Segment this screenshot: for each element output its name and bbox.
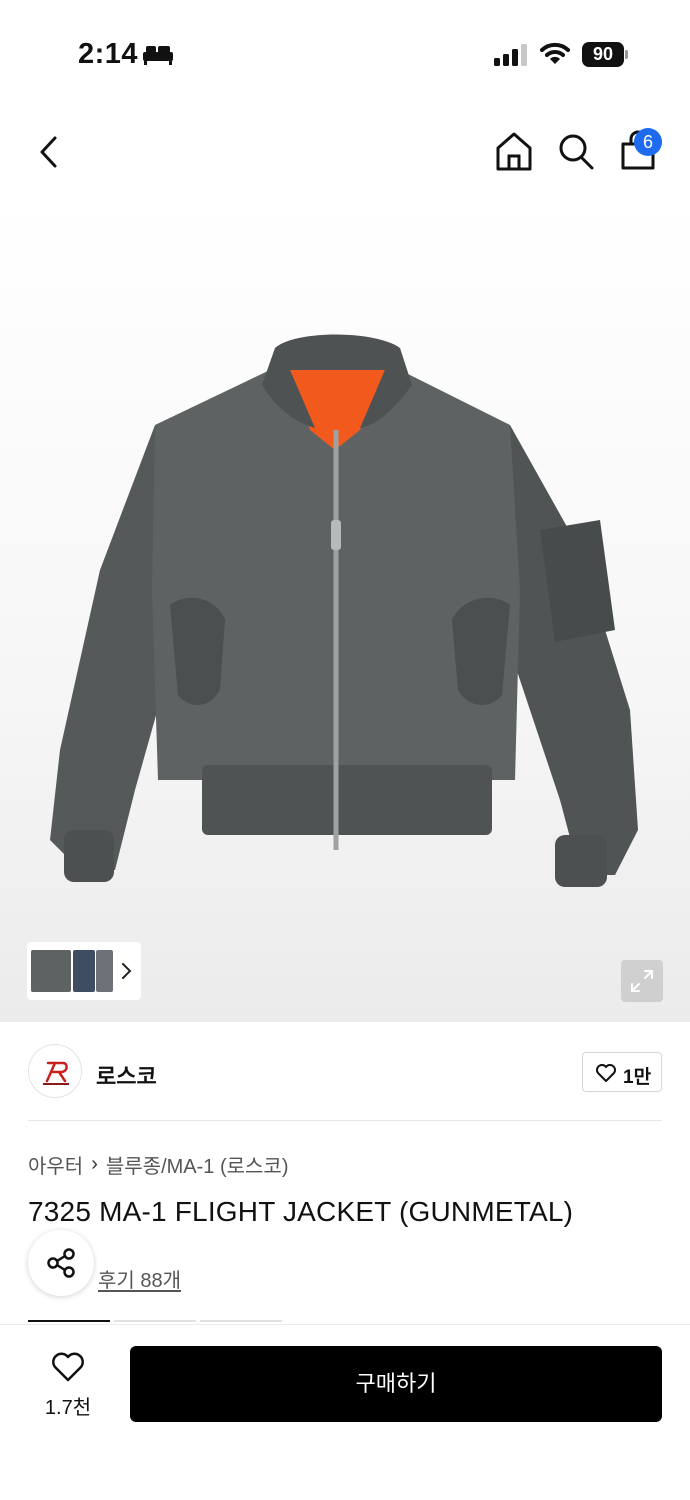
image-thumbnails[interactable] [27, 942, 141, 1000]
breadcrumb-subcategory[interactable]: 블루종/MA-1 (로스코) [106, 1150, 289, 1179]
divider [28, 1120, 662, 1121]
battery-indicator: 90 [582, 42, 628, 67]
expand-image-button[interactable] [621, 960, 663, 1002]
thumbnail-2[interactable] [73, 950, 95, 992]
review-link[interactable]: 후기 88개 [98, 1264, 181, 1293]
bottom-action-bar: 1.7천 구매하기 [0, 1324, 690, 1500]
chevron-right-icon: › [91, 1153, 98, 1175]
status-bar: 2:14 90 [0, 0, 690, 100]
chevron-right-icon[interactable] [121, 960, 133, 982]
buy-button[interactable]: 구매하기 [130, 1346, 662, 1422]
expand-icon [631, 970, 653, 992]
share-button[interactable] [28, 1230, 94, 1296]
status-time: 2:14 [78, 38, 139, 70]
thumbnail-3[interactable] [96, 950, 113, 992]
search-icon[interactable] [556, 130, 596, 172]
brand-like-button[interactable]: 1만 [582, 1052, 662, 1092]
share-icon [47, 1248, 75, 1278]
home-icon[interactable] [494, 130, 534, 172]
heart-icon [596, 1064, 616, 1082]
heart-icon [52, 1352, 84, 1382]
product-image[interactable] [0, 200, 690, 1022]
thumbnail-1[interactable] [31, 950, 71, 992]
jacket-photo [50, 334, 638, 887]
top-nav [0, 100, 690, 210]
wishlist-count: 1.7천 [44, 1397, 92, 1419]
breadcrumb: 아우터 › 블루종/MA-1 (로스코) [28, 1150, 289, 1179]
wifi-icon [540, 42, 570, 64]
brand-logo[interactable] [28, 1044, 82, 1098]
signal-icon [494, 44, 527, 66]
wishlist-button[interactable]: 1.7천 [28, 1345, 108, 1425]
cart-count-badge: 6 [634, 128, 662, 156]
brand-row[interactable]: 로스코 1만 [0, 1022, 690, 1122]
bed-icon [143, 46, 173, 65]
breadcrumb-category[interactable]: 아우터 [28, 1150, 83, 1179]
brand-like-count: 1만 [623, 1067, 652, 1088]
product-title: 7325 MA-1 FLIGHT JACKET (GUNMETAL) [28, 1196, 574, 1227]
brand-name[interactable]: 로스코 [96, 1059, 157, 1091]
back-icon[interactable] [30, 130, 70, 174]
battery-level: 90 [582, 42, 624, 67]
